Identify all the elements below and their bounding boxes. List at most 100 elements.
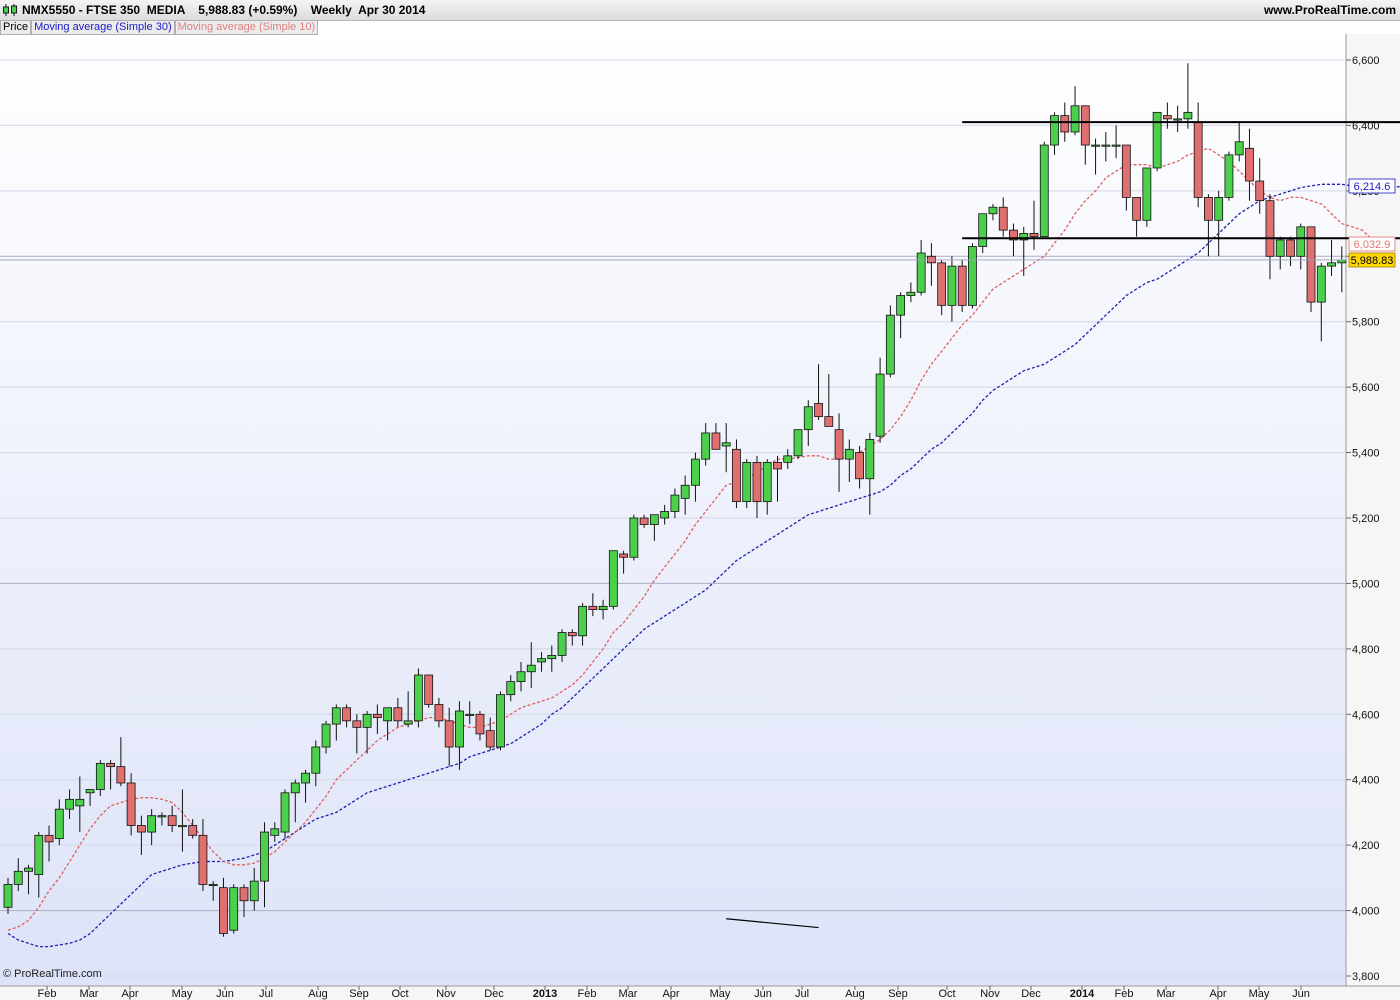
candle-body	[1224, 154, 1234, 198]
y-tick-label: 4,400	[1352, 775, 1380, 787]
candle-body	[629, 517, 639, 558]
x-tick-label: Feb	[578, 988, 597, 1000]
candle-body	[106, 762, 115, 768]
candle-up	[1142, 167, 1152, 227]
candle-body	[1296, 226, 1306, 257]
candle-body	[1234, 141, 1244, 156]
candle-body	[1132, 196, 1141, 221]
price-tag-label: 6,032.9	[1354, 239, 1391, 251]
indicator-legend: Price Moving average (Simple 30) Moving av…	[0, 20, 319, 35]
x-tick-label: Aug	[845, 988, 865, 1000]
candle-body	[219, 887, 228, 934]
y-tick-label: 5,600	[1352, 382, 1380, 394]
candle-body	[393, 707, 403, 722]
candle-body	[331, 707, 341, 725]
candle-body	[588, 605, 598, 610]
candle-body	[978, 213, 988, 247]
candle-body	[342, 707, 351, 722]
candle-body	[157, 815, 167, 818]
candle-body	[95, 762, 105, 790]
candle-body	[260, 831, 269, 882]
y-tick-label: 5,800	[1352, 317, 1380, 329]
candle-up	[885, 305, 895, 378]
x-tick-label: Jun	[216, 988, 234, 1000]
candle-down	[1306, 226, 1316, 312]
x-tick-label: Apr	[121, 988, 138, 1000]
candle-body	[567, 632, 577, 637]
candle-body	[249, 880, 259, 902]
price-tag-price: 5,988.83	[1348, 252, 1396, 268]
candle-body	[865, 439, 875, 480]
y-tick-label: 5,200	[1352, 513, 1380, 525]
candle-body	[1029, 232, 1039, 238]
x-tick-label: Mar	[619, 988, 638, 1000]
candle-body	[75, 798, 85, 807]
candle-body	[290, 782, 300, 794]
candle-body	[1091, 144, 1100, 147]
candle-body	[1183, 111, 1193, 120]
x-tick-label: Jul	[259, 988, 273, 1000]
x-tick-label: 2013	[533, 988, 557, 1000]
candle-body	[444, 720, 454, 748]
candle-body	[54, 808, 64, 840]
candle-body	[1193, 121, 1203, 198]
candle-body	[598, 605, 608, 610]
candle-body	[906, 291, 916, 296]
y-tick-label: 5,000	[1352, 578, 1380, 590]
candle-body	[537, 658, 546, 663]
candle-body	[814, 403, 823, 417]
chart-header: NMX5550 - FTSE 350 MEDIA 5,988.83 (+0.59…	[0, 0, 1400, 21]
candle-body	[198, 834, 208, 885]
candle-body	[608, 550, 618, 607]
candle-body	[721, 442, 731, 447]
y-tick-label: 6,600	[1352, 55, 1380, 67]
candle-body	[773, 461, 782, 470]
website-link[interactable]: www.ProRealTime.com	[1264, 3, 1396, 17]
candle-body	[762, 461, 772, 503]
legend-price[interactable]: Price	[0, 20, 32, 35]
x-tick-label: Oct	[938, 988, 955, 1000]
price-tag-ma10: 6,032.9	[1348, 236, 1396, 252]
candle-body	[167, 815, 177, 826]
candle-body	[403, 720, 413, 725]
candle-body	[783, 455, 793, 463]
candle-body	[24, 867, 33, 872]
candle-up	[1224, 151, 1234, 201]
candle-down	[424, 674, 434, 708]
price-tag-label: 5,988.83	[1351, 255, 1394, 267]
candle-body	[352, 720, 362, 728]
x-axis-panel	[0, 986, 1400, 1000]
candle-body	[178, 825, 187, 828]
candle-body	[188, 825, 198, 836]
candle-body	[896, 295, 906, 316]
candle-body	[413, 674, 423, 722]
candle-body	[660, 511, 670, 519]
candle-up	[608, 550, 618, 610]
candle-body	[947, 265, 957, 306]
candle-body	[1080, 105, 1090, 146]
price-chart[interactable]: 3,800 4,000 4,200 4,400 4,600 4,800 5,000 5,200…	[0, 0, 1400, 1000]
candle-body	[824, 416, 834, 427]
candle-body	[372, 713, 382, 718]
y-tick-label: 4,000	[1352, 906, 1380, 918]
candle-body	[834, 429, 844, 460]
price-tag-ma30: 6,214.6	[1348, 178, 1396, 194]
candle-body	[793, 429, 803, 457]
candle-body	[311, 746, 321, 774]
legend-ma30[interactable]: Moving average (Simple 30)	[31, 20, 175, 35]
candle-body	[557, 632, 567, 656]
candle-body	[680, 484, 690, 499]
candle-body	[1327, 262, 1336, 267]
x-tick-label: Apr	[662, 988, 679, 1000]
candle-body	[968, 246, 977, 306]
legend-ma10[interactable]: Moving average (Simple 10)	[174, 20, 319, 35]
candle-body	[208, 884, 218, 887]
candle-body	[321, 723, 331, 748]
candle-body	[116, 766, 126, 784]
candle-body	[732, 448, 741, 503]
candle-body	[1214, 196, 1224, 221]
y-tick-label: 4,600	[1352, 709, 1380, 721]
x-tick-label: Dec	[484, 988, 504, 1000]
x-tick-label: Mar	[80, 988, 99, 1000]
candle-body	[465, 713, 475, 716]
